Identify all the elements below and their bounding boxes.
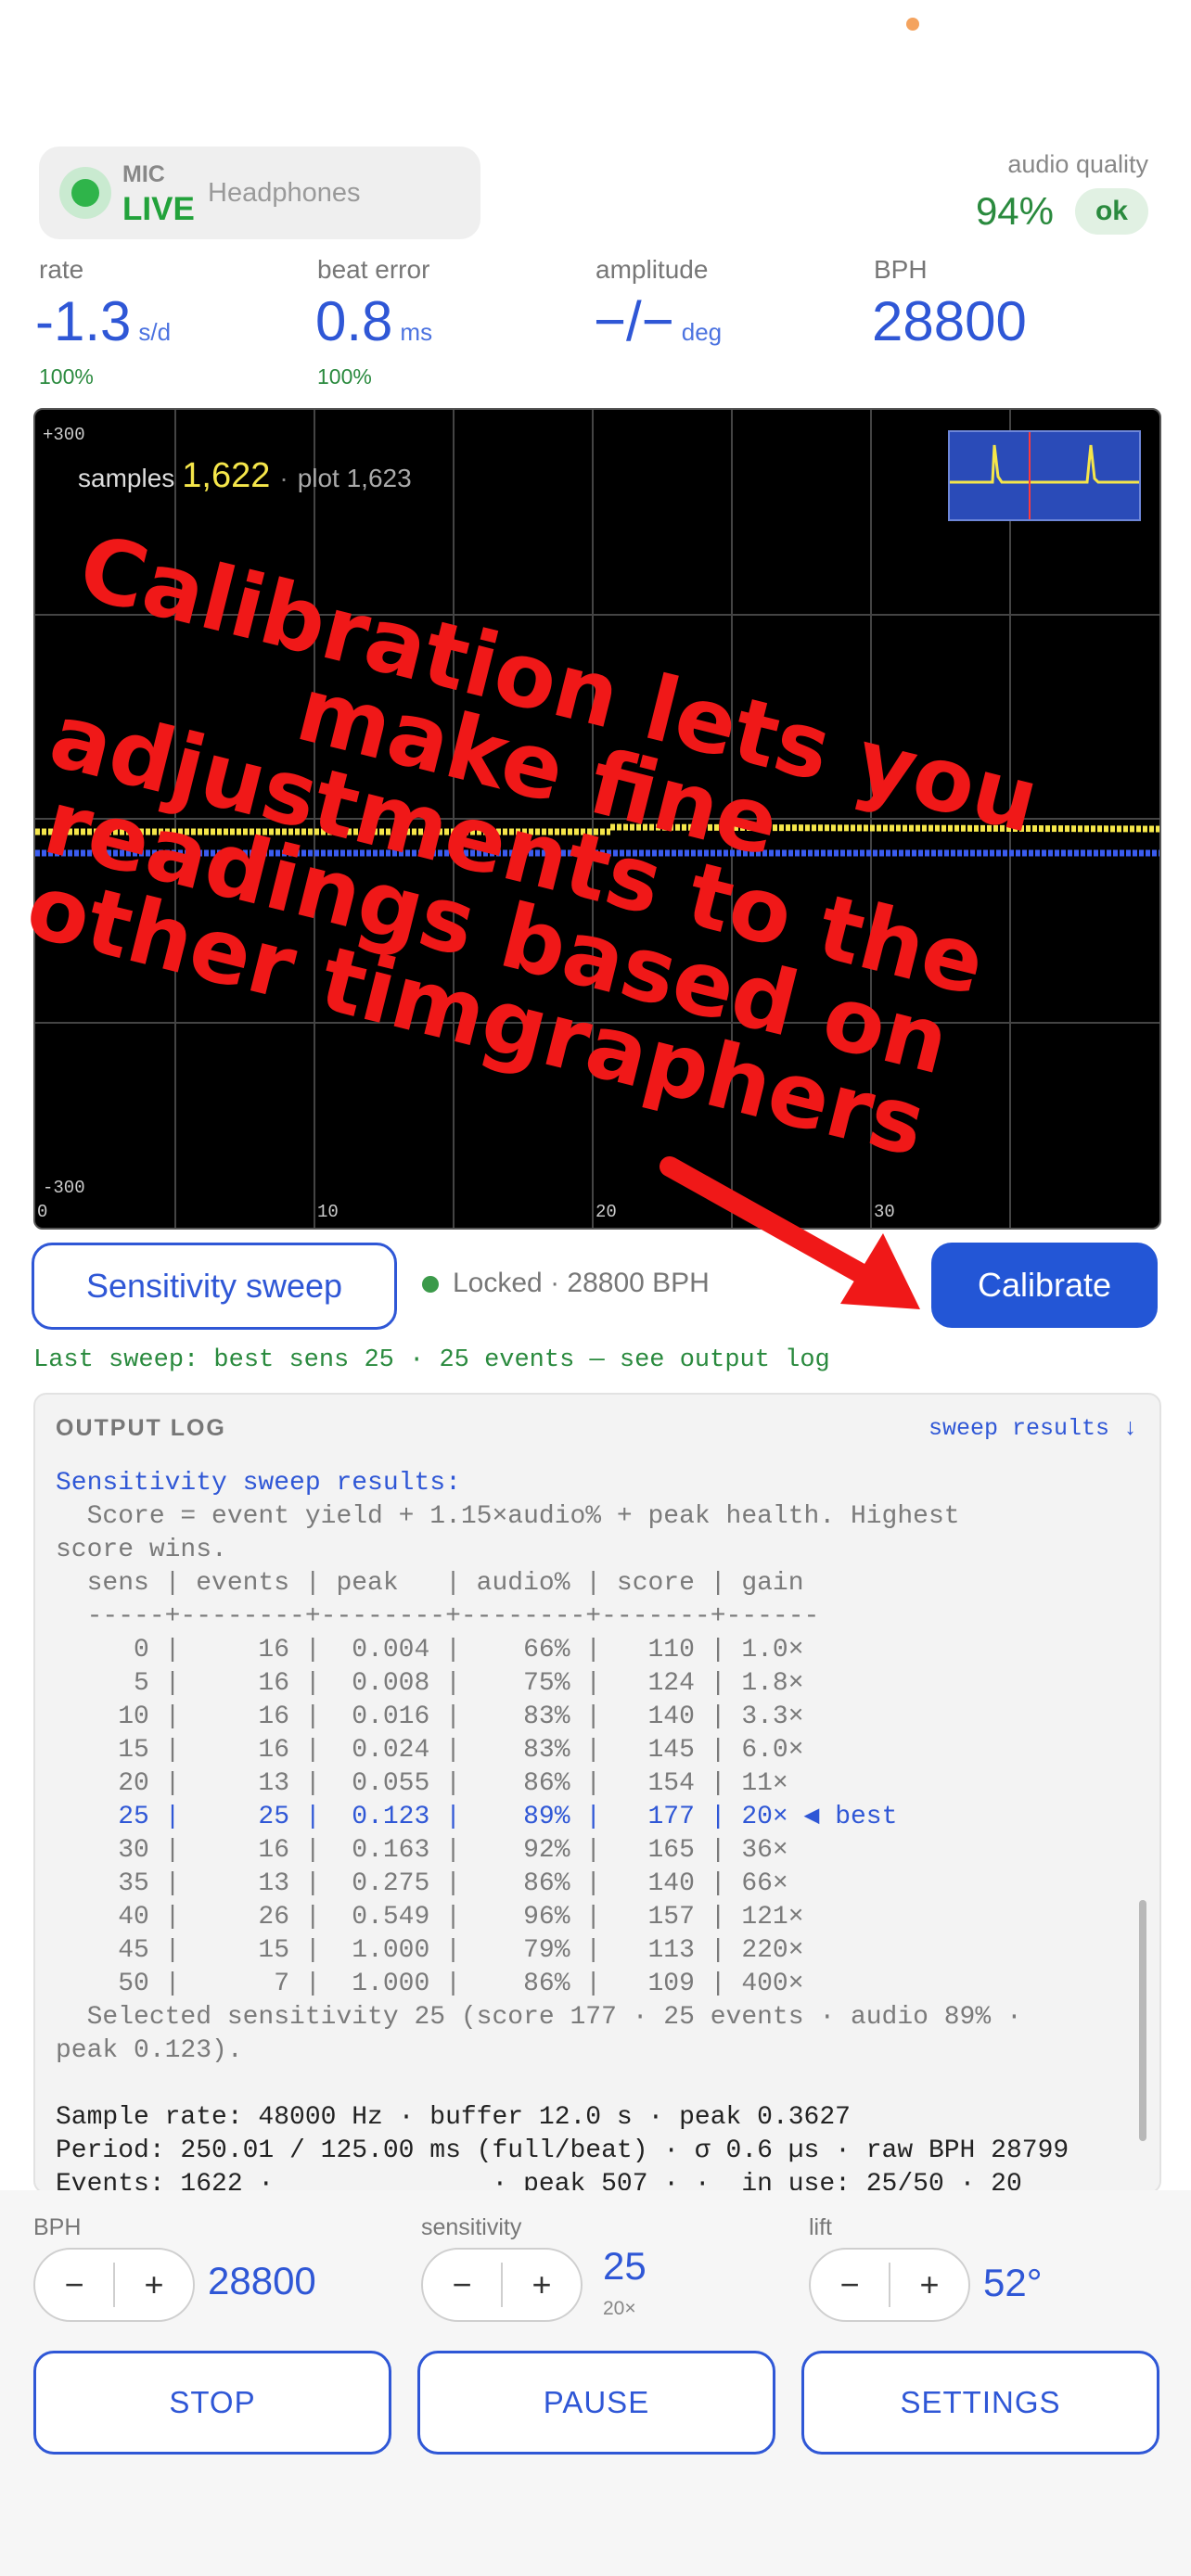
log-scrollbar[interactable] [1139, 1900, 1146, 2141]
rate-value: -1.3 [35, 290, 132, 352]
sensitivity-value: 25 [603, 2244, 647, 2288]
audio-quality-badge: ok [1074, 188, 1148, 235]
sensitivity-decrement-button[interactable]: − [423, 2250, 501, 2320]
sensitivity-stepper[interactable]: − + [421, 2248, 583, 2322]
calibrate-button[interactable]: Calibrate [931, 1243, 1158, 1328]
stat-bph-value: 28800 [872, 290, 1027, 352]
log-table-row: 0 | 16 | 0.004 | 66% | 110 | 1.0× [56, 1636, 804, 1664]
bph-label: BPH [33, 2214, 82, 2240]
log-table-rows: 0 | 16 | 0.004 | 66% | 110 | 1.0× 5 | 16… [56, 1634, 1113, 2001]
log-table-rule: -----+--------+--------+--------+-------… [56, 1602, 820, 1631]
bph-stepper[interactable]: − + [33, 2248, 195, 2322]
log-heading: Sensitivity sweep results: [56, 1469, 461, 1498]
stat-rate-value: -1.3 s/d [35, 289, 171, 353]
stat-beat-error-value: 0.8 ms [315, 289, 432, 353]
settings-button[interactable]: SETTINGS [801, 2351, 1159, 2455]
log-blank-line [56, 2068, 1113, 2101]
stat-beat-error-label: beat error [317, 255, 430, 284]
lift-value: 52° [983, 2261, 1043, 2304]
log-table-row: 45 | 15 | 1.000 | 79% | 113 | 220× [56, 1936, 804, 1965]
lift-decrement-button[interactable]: − [811, 2250, 889, 2320]
lift-stepper[interactable]: − + [809, 2248, 970, 2322]
log-selected-note: Selected sensitivity 25 (score 177 · 25 … [56, 2003, 1022, 2065]
bph-increment-button[interactable]: + [115, 2250, 193, 2320]
log-table-row: 15 | 16 | 0.024 | 83% | 145 | 6.0× [56, 1736, 804, 1765]
beat-error-unit: ms [400, 318, 433, 346]
amplitude-unit: deg [681, 318, 723, 346]
log-table-row: 50 | 7 | 1.000 | 86% | 109 | 400× [56, 1970, 804, 1998]
sensitivity-sweep-button[interactable]: Sensitivity sweep [32, 1243, 397, 1330]
stat-beat-error-pct: 100% [317, 364, 372, 389]
log-table-row: 25 | 25 | 0.123 | 89% | 177 | 20× ◀ best [56, 1803, 898, 1831]
mic-label: MIC [122, 161, 165, 187]
live-label: LIVE [122, 191, 195, 227]
sensitivity-label: sensitivity [421, 2214, 522, 2240]
log-table-row: 5 | 16 | 0.008 | 75% | 124 | 1.8× [56, 1669, 804, 1698]
arrow-icon [660, 1156, 920, 1309]
status-indicator-dot [906, 18, 919, 31]
last-sweep-summary: Last sweep: best sens 25 · 25 events — s… [33, 1346, 830, 1374]
output-log-body: Sensitivity sweep results: Score = event… [56, 1467, 1113, 2192]
sensitivity-increment-button[interactable]: + [503, 2250, 581, 2320]
live-dot-icon [71, 179, 99, 207]
audio-quality-value: 94% [975, 189, 1054, 233]
log-table-header: sens | events | peak | audio% | score | … [56, 1569, 804, 1598]
log-table-row: 30 | 16 | 0.163 | 92% | 165 | 36× [56, 1836, 788, 1865]
beat-error-value: 0.8 [315, 290, 393, 352]
stat-bph-label: BPH [874, 255, 928, 284]
bph-decrement-button[interactable]: − [35, 2250, 113, 2320]
stat-rate-label: rate [39, 255, 84, 284]
log-sample-rate: Sample rate: 48000 Hz · buffer 12.0 s · … [56, 2103, 851, 2132]
stat-rate-pct: 100% [39, 364, 94, 389]
audio-quality-label: audio quality [1007, 150, 1148, 178]
lock-status-dot [422, 1276, 439, 1293]
stop-button[interactable]: STOP [33, 2351, 391, 2455]
log-table-row: 40 | 26 | 0.549 | 96% | 157 | 121× [56, 1903, 804, 1932]
pause-button[interactable]: PAUSE [417, 2351, 775, 2455]
waveform-icon [950, 432, 1139, 519]
lift-increment-button[interactable]: + [890, 2250, 968, 2320]
live-indicator [59, 167, 111, 219]
waveform-thumbnail[interactable] [948, 430, 1141, 521]
stat-amplitude-label: amplitude [596, 255, 709, 284]
sweep-results-link[interactable]: sweep results ↓ [928, 1415, 1137, 1442]
rate-unit: s/d [138, 318, 172, 346]
log-table-row: 10 | 16 | 0.016 | 83% | 140 | 3.3× [56, 1702, 804, 1731]
log-table-row: 20 | 13 | 0.055 | 86% | 154 | 11× [56, 1769, 788, 1798]
bph-value: 28800 [208, 2259, 316, 2302]
output-log-title: OUTPUT LOG [56, 1415, 226, 1441]
input-source-pill[interactable]: MIC LIVE Headphones [39, 147, 480, 239]
log-period: Period: 250.01 / 125.00 ms (full/beat) ·… [56, 2136, 1069, 2165]
input-device-name: Headphones [208, 178, 361, 208]
log-table-row: 35 | 13 | 0.275 | 86% | 140 | 66× [56, 1869, 788, 1898]
stat-amplitude-value: −/− deg [594, 289, 722, 353]
output-log[interactable]: OUTPUT LOG sweep results ↓ Sensitivity s… [33, 1393, 1161, 2194]
log-score-note: Score = event yield + 1.15×audio% + peak… [56, 1502, 960, 1564]
sensitivity-gain: 20× [603, 2298, 636, 2319]
lift-label: lift [809, 2214, 832, 2240]
amplitude-value: −/− [594, 290, 674, 352]
